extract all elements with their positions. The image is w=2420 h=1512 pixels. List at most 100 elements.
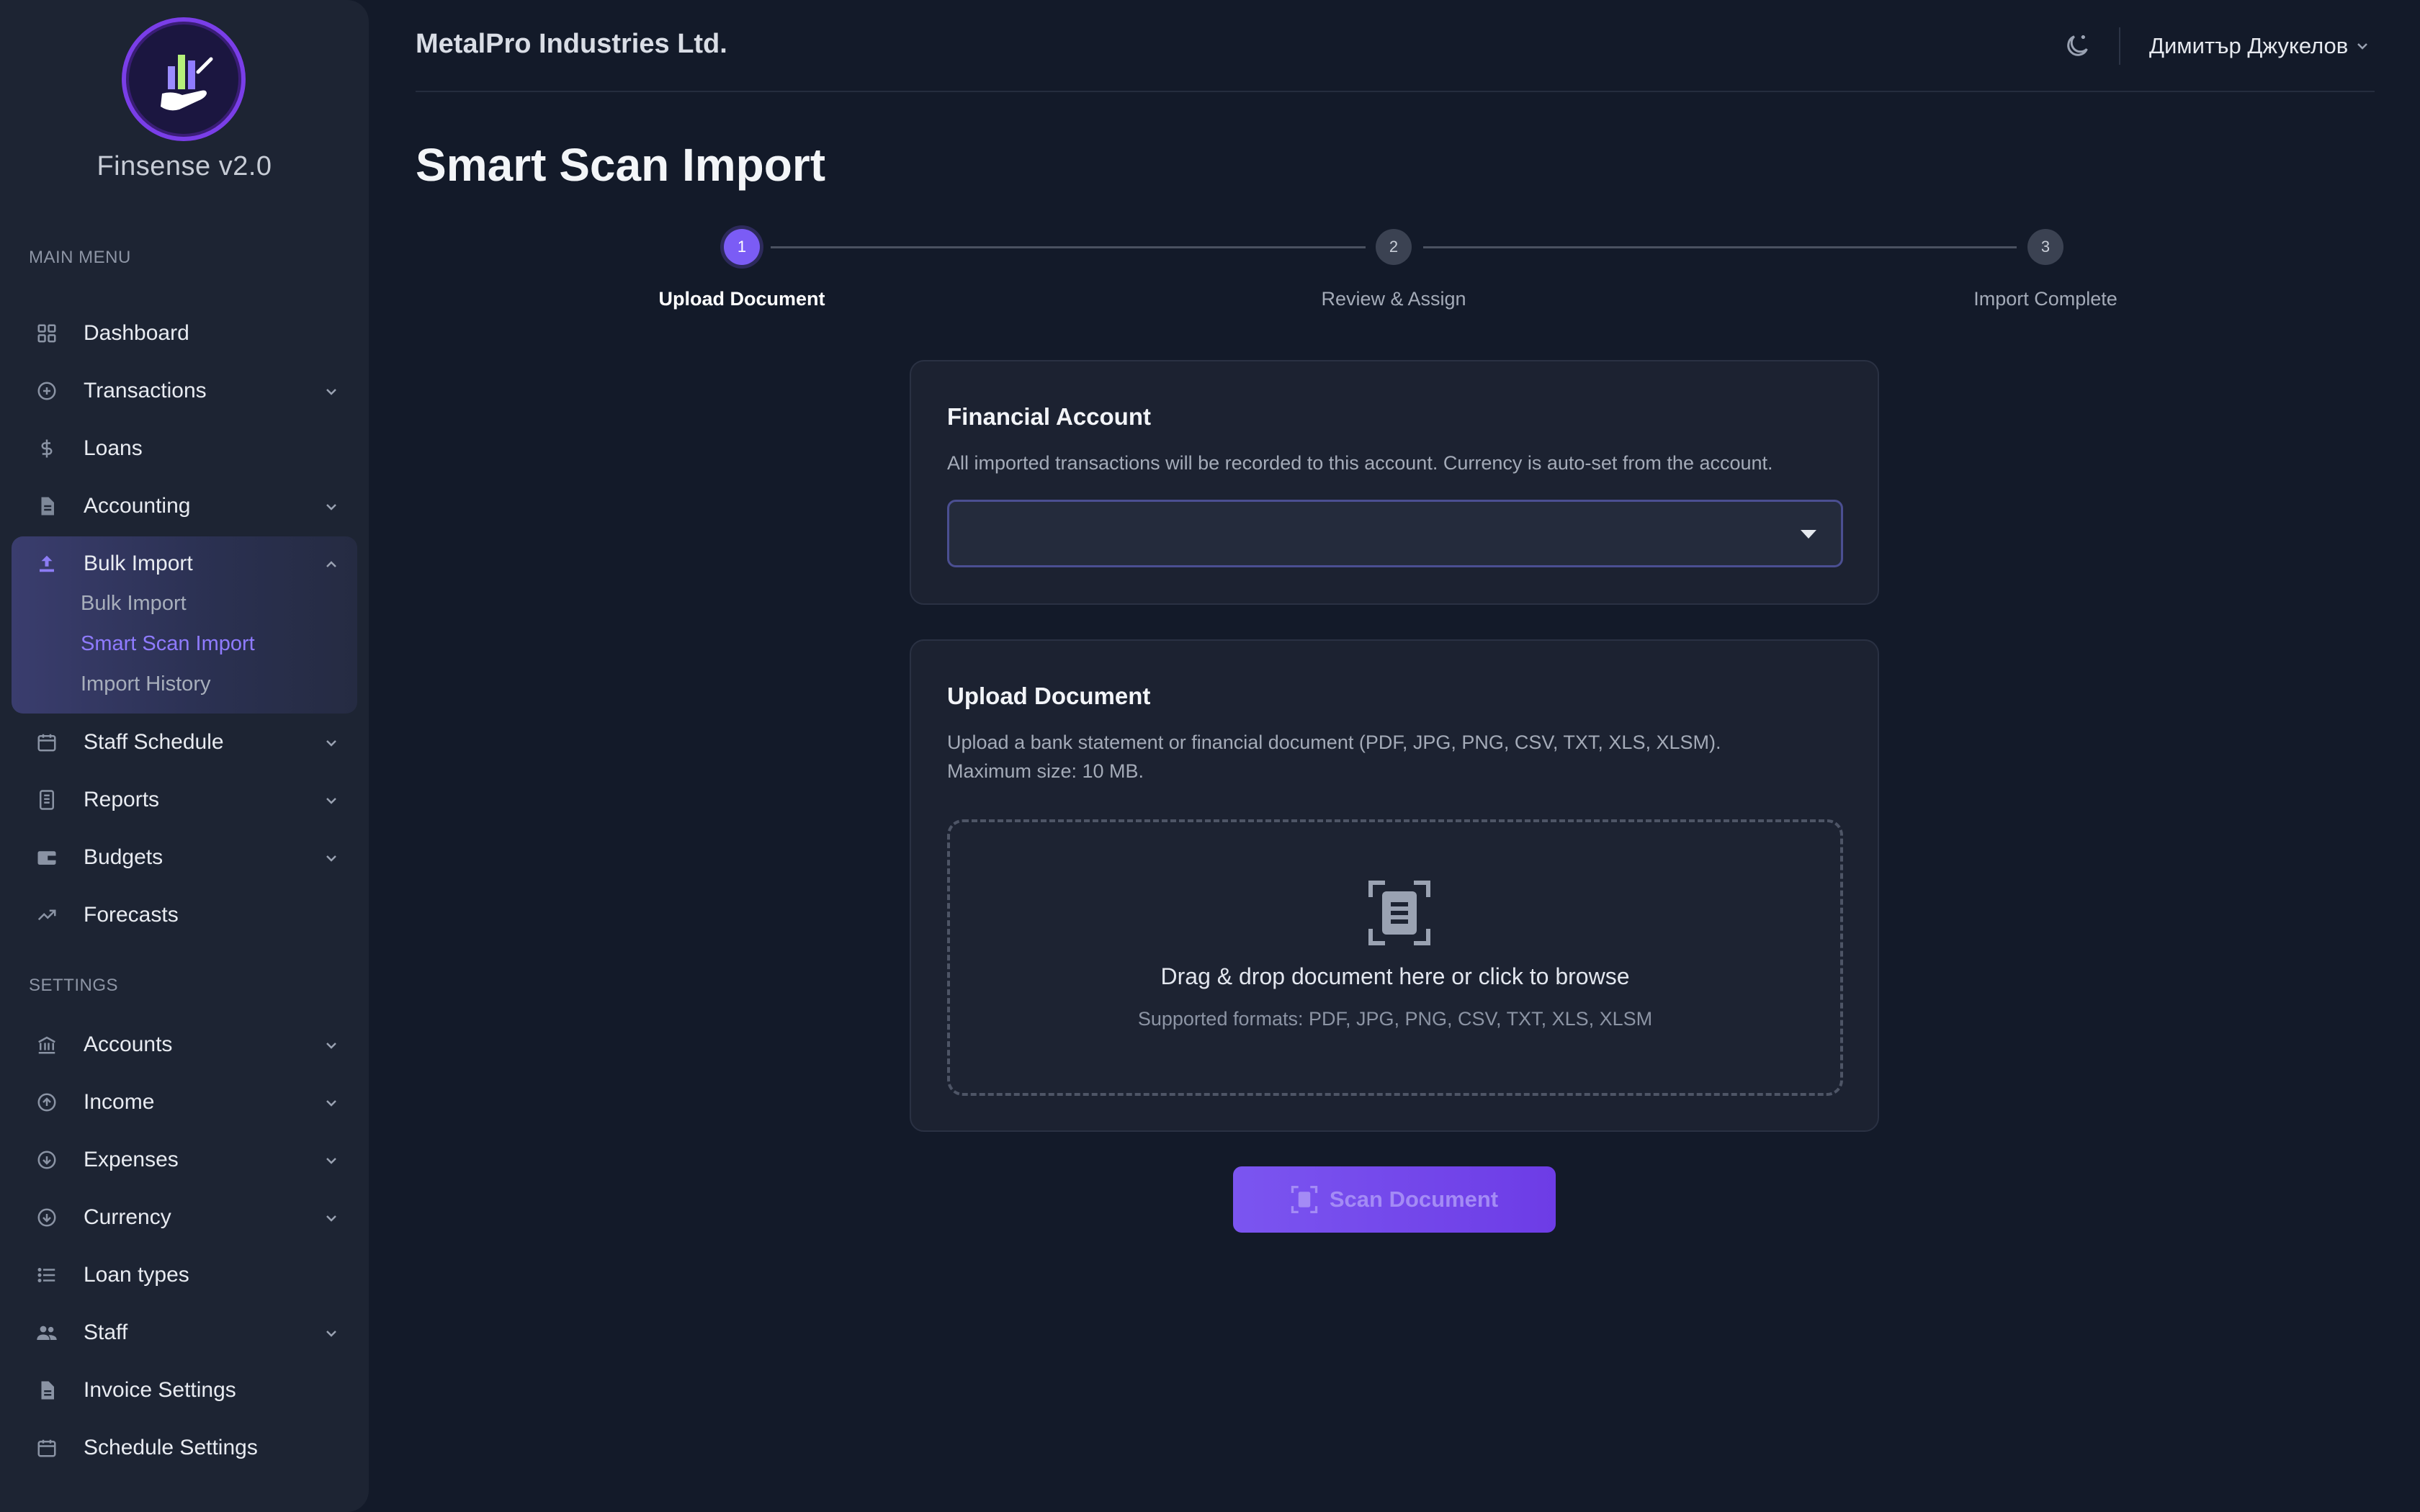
sidebar-item-staff-schedule[interactable]: Staff Schedule	[12, 716, 357, 769]
dropzone-text: Drag & drop document here or click to br…	[1160, 963, 1630, 989]
sidebar-subitem-import-history[interactable]: Import History	[81, 672, 210, 696]
company-name: MetalPro Industries Ltd.	[416, 29, 727, 59]
people-icon	[36, 1322, 58, 1344]
sidebar-item-label: Schedule Settings	[84, 1436, 258, 1459]
finsense-logo[interactable]	[122, 17, 246, 141]
upload-icon	[36, 553, 58, 575]
file-dropzone[interactable]: Drag & drop document here or click to br…	[947, 819, 1843, 1096]
financial-account-card: Financial Account All imported transacti…	[910, 360, 1879, 605]
sidebar-item-dashboard[interactable]: Dashboard	[12, 307, 357, 360]
sidebar-item-label: Staff	[84, 1320, 128, 1344]
sidebar-item-accounts[interactable]: Accounts	[12, 1018, 357, 1071]
chevron-down-icon	[323, 1152, 340, 1169]
brand-name: Finsense v2.0	[97, 151, 272, 181]
sidebar-item-label: Income	[84, 1090, 155, 1114]
sidebar-item-label: Forecasts	[84, 903, 179, 927]
card-description-line2: Maximum size: 10 MB.	[947, 760, 1144, 782]
user-name: Димитър Джукелов	[2149, 33, 2349, 58]
calendar-icon	[36, 732, 58, 753]
sidebar-item-label: Staff Schedule	[84, 730, 224, 754]
sidebar-item-forecasts[interactable]: Forecasts	[12, 888, 357, 942]
chevron-down-icon	[323, 792, 340, 809]
scan-document-button[interactable]: Scan Document	[1233, 1166, 1556, 1233]
chevron-down-icon	[323, 498, 340, 516]
sidebar-item-label: Currency	[84, 1205, 171, 1229]
moon-icon[interactable]	[2063, 32, 2092, 60]
sidebar-item-loan-types[interactable]: Loan types	[12, 1248, 357, 1302]
sidebar-item-reports[interactable]: Reports	[12, 773, 357, 827]
sidebar-item-label: Loan types	[84, 1263, 189, 1287]
chevron-down-icon	[323, 1210, 340, 1227]
step-2-circle: 2	[1376, 229, 1412, 265]
step-1-circle: 1	[724, 229, 760, 265]
sidebar-item-label: Accounts	[84, 1032, 173, 1056]
sidebar-item-label: Transactions	[84, 379, 207, 402]
currency-circle-icon	[36, 1207, 58, 1228]
report-icon	[36, 789, 58, 811]
sidebar-item-invoice-settings[interactable]: Invoice Settings	[12, 1364, 357, 1417]
step-2-label: Review & Assign	[1321, 288, 1466, 310]
step-connector	[771, 246, 1366, 248]
trending-up-icon	[36, 904, 58, 926]
chevron-down-icon	[323, 850, 340, 867]
header-divider	[2119, 27, 2120, 65]
sidebar-item-label: Invoice Settings	[84, 1378, 236, 1402]
dollar-icon	[36, 438, 58, 459]
chevron-down-icon	[323, 734, 340, 752]
calendar-icon	[36, 1437, 58, 1459]
step-1-label: Upload Document	[658, 288, 825, 310]
header-divider-line	[416, 91, 2375, 92]
bank-icon	[36, 1034, 58, 1056]
sidebar: Finsense v2.0 MAIN MENU Dashboard Transa…	[0, 0, 369, 1512]
card-title: Upload Document	[947, 683, 1151, 709]
scan-icon	[1291, 1186, 1318, 1213]
upload-document-card: Upload Document Upload a bank statement …	[910, 639, 1879, 1132]
scan-document-label: Scan Document	[1329, 1187, 1499, 1212]
user-menu[interactable]: Димитър Джукелов	[2149, 29, 2371, 63]
sidebar-subitem-smart-scan-import[interactable]: Smart Scan Import	[81, 632, 255, 656]
step-3-label: Import Complete	[1973, 288, 2118, 310]
chevron-down-icon	[323, 1094, 340, 1112]
sidebar-item-label: Dashboard	[84, 321, 189, 345]
sidebar-item-staff[interactable]: Staff	[12, 1306, 357, 1359]
arrow-up-circle-icon	[36, 1092, 58, 1113]
document-icon	[36, 495, 58, 517]
sidebar-item-schedule-settings[interactable]: Schedule Settings	[12, 1421, 357, 1475]
sidebar-item-bulk-import[interactable]: Bulk Import	[12, 537, 357, 590]
grid-icon	[36, 323, 58, 344]
plus-circle-icon	[36, 380, 58, 402]
caret-down-icon	[1801, 530, 1816, 539]
sidebar-item-label: Loans	[84, 436, 143, 460]
wallet-icon	[36, 847, 58, 868]
list-icon	[36, 1264, 58, 1286]
sidebar-item-loans[interactable]: Loans	[12, 422, 357, 475]
arrow-down-circle-icon	[36, 1149, 58, 1171]
sidebar-item-label: Bulk Import	[84, 552, 193, 575]
chevron-up-icon	[323, 556, 340, 573]
dropzone-formats: Supported formats: PDF, JPG, PNG, CSV, T…	[1137, 1008, 1653, 1030]
chevron-down-icon	[323, 1325, 340, 1342]
sidebar-item-currency[interactable]: Currency	[12, 1191, 357, 1244]
card-description: All imported transactions will be record…	[947, 452, 1773, 474]
sidebar-item-label: Expenses	[84, 1148, 179, 1171]
sidebar-item-budgets[interactable]: Budgets	[12, 831, 357, 884]
step-connector	[1423, 246, 2017, 248]
invoice-icon	[36, 1380, 58, 1401]
page-title: Smart Scan Import	[416, 139, 826, 191]
chevron-down-icon	[2354, 37, 2371, 55]
settings-label: SETTINGS	[29, 976, 119, 995]
sidebar-item-transactions[interactable]: Transactions	[12, 364, 357, 418]
sidebar-item-expenses[interactable]: Expenses	[12, 1133, 357, 1187]
sidebar-item-label: Budgets	[84, 845, 163, 869]
chevron-down-icon	[323, 383, 340, 400]
sidebar-item-accounting[interactable]: Accounting	[12, 480, 357, 533]
chevron-down-icon	[323, 1037, 340, 1054]
sidebar-item-income[interactable]: Income	[12, 1076, 357, 1129]
card-description-line1: Upload a bank statement or financial doc…	[947, 732, 1721, 753]
document-scan-icon	[1368, 880, 1431, 946]
sidebar-subitem-bulk-import[interactable]: Bulk Import	[81, 592, 187, 616]
main-menu-label: MAIN MENU	[29, 248, 131, 267]
sidebar-item-label: Reports	[84, 788, 160, 811]
financial-account-select[interactable]	[947, 500, 1843, 567]
card-title: Financial Account	[947, 403, 1151, 430]
